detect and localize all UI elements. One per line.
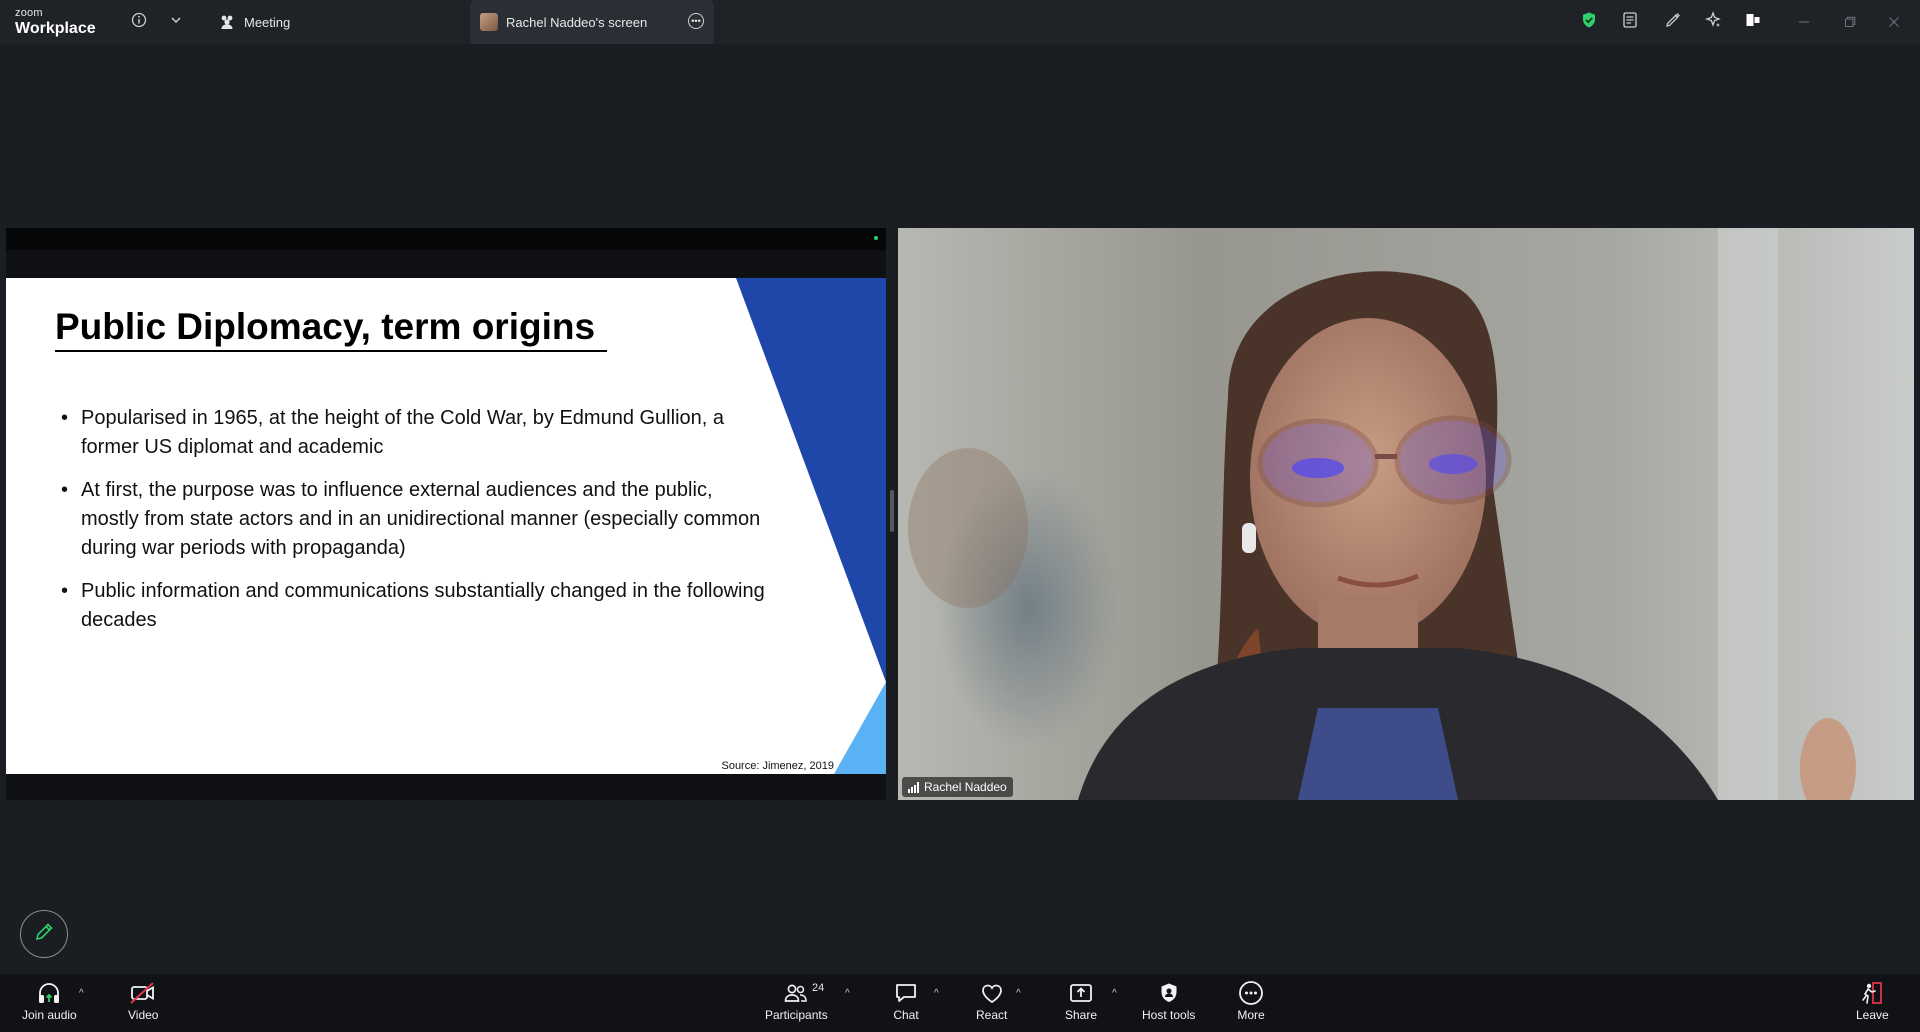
video-button[interactable]: Video bbox=[128, 980, 158, 1022]
leave-exit-icon bbox=[1858, 980, 1886, 1006]
share-button[interactable]: Share bbox=[1065, 980, 1097, 1022]
video-label: Video bbox=[128, 1008, 159, 1022]
slide-bullet: Public information and communications su… bbox=[56, 577, 766, 635]
participants-count: 24 bbox=[812, 982, 825, 994]
share-top-strip bbox=[6, 228, 886, 250]
heart-icon bbox=[978, 980, 1006, 1006]
slide-title: Public Diplomacy, term origins bbox=[55, 306, 608, 352]
avatar bbox=[480, 13, 498, 31]
meeting-toolbar: Join audio ^ Video Participants 24 ^ Cha… bbox=[0, 974, 1920, 1032]
annotate-button[interactable] bbox=[20, 910, 68, 958]
tab-meeting-label: Meeting bbox=[244, 14, 291, 30]
tab-screen-label: Rachel Naddeo's screen bbox=[506, 14, 648, 30]
close-icon[interactable] bbox=[1884, 12, 1904, 32]
chat-label: Chat bbox=[893, 1008, 919, 1022]
split-resize-handle[interactable] bbox=[890, 490, 894, 532]
minimize-icon[interactable] bbox=[1794, 12, 1814, 32]
react-label: React bbox=[976, 1008, 1008, 1022]
participants-icon bbox=[782, 980, 810, 1006]
chat-button[interactable]: Chat bbox=[892, 980, 920, 1022]
share-options-caret-icon[interactable]: ^ bbox=[1112, 988, 1117, 999]
video-feed bbox=[898, 228, 1914, 800]
more-options-icon[interactable]: ••• bbox=[688, 13, 704, 29]
tab-shared-screen[interactable]: Rachel Naddeo's screen ••• bbox=[470, 0, 714, 44]
restore-icon[interactable] bbox=[1840, 12, 1860, 32]
chat-options-caret-icon[interactable]: ^ bbox=[934, 988, 939, 999]
title-bar: zoom Workplace Meeting Rachel Naddeo's s… bbox=[0, 0, 1920, 44]
apps-icon[interactable] bbox=[1743, 10, 1763, 30]
participant-name: Rachel Naddeo bbox=[924, 780, 1007, 794]
slide-source: Source: Jimenez, 2019 bbox=[721, 760, 834, 772]
host-tools-button[interactable]: Host tools bbox=[1142, 980, 1195, 1022]
headphones-icon bbox=[35, 980, 63, 1006]
participants-options-caret-icon[interactable]: ^ bbox=[845, 988, 850, 999]
leave-label: Leave bbox=[1856, 1008, 1889, 1022]
info-icon[interactable] bbox=[129, 10, 149, 30]
shield-check-icon[interactable] bbox=[1579, 10, 1599, 30]
host-tools-shield-icon bbox=[1155, 980, 1183, 1006]
shared-screen-panel: Public Diplomacy, term origins Popularis… bbox=[6, 228, 886, 800]
tab-meeting[interactable]: Meeting bbox=[218, 0, 290, 44]
brand-large: Workplace bbox=[15, 20, 96, 37]
share-label: Share bbox=[1065, 1008, 1098, 1022]
slide-light-blue-shape bbox=[834, 682, 886, 774]
whiteboard-pen-icon[interactable] bbox=[1663, 10, 1683, 30]
pencil-icon bbox=[33, 921, 55, 948]
sharing-indicator bbox=[874, 236, 878, 240]
host-tools-label: Host tools bbox=[1142, 1008, 1196, 1022]
presentation-slide: Public Diplomacy, term origins Popularis… bbox=[6, 278, 886, 774]
more-label: More bbox=[1237, 1008, 1265, 1022]
participant-video[interactable]: Rachel Naddeo bbox=[898, 228, 1914, 800]
participant-name-tag: Rachel Naddeo bbox=[902, 777, 1013, 797]
app-logo: zoom Workplace bbox=[15, 8, 96, 37]
chat-icon bbox=[892, 980, 920, 1006]
react-options-caret-icon[interactable]: ^ bbox=[1016, 988, 1021, 999]
video-off-icon bbox=[129, 980, 157, 1006]
react-button[interactable]: React bbox=[976, 980, 1007, 1022]
join-audio-button[interactable]: Join audio bbox=[22, 980, 77, 1022]
ai-companion-icon[interactable] bbox=[1703, 10, 1723, 30]
slide-bullet: Popularised in 1965, at the height of th… bbox=[56, 404, 766, 462]
more-button[interactable]: More bbox=[1237, 980, 1265, 1022]
brand-small: zoom bbox=[15, 7, 43, 19]
chevron-down-icon[interactable] bbox=[166, 10, 186, 30]
signal-strength-icon bbox=[908, 781, 919, 793]
participants-label: Participants bbox=[765, 1008, 828, 1022]
leave-button[interactable]: Leave bbox=[1856, 980, 1889, 1022]
more-icon bbox=[1237, 980, 1265, 1006]
slide-bullet: At first, the purpose was to influence e… bbox=[56, 476, 766, 563]
meeting-people-icon bbox=[218, 13, 236, 31]
share-screen-icon bbox=[1067, 980, 1095, 1006]
audio-options-caret-icon[interactable]: ^ bbox=[79, 988, 84, 999]
notes-icon[interactable] bbox=[1620, 10, 1640, 30]
slide-bullets: Popularised in 1965, at the height of th… bbox=[56, 404, 766, 649]
join-audio-label: Join audio bbox=[22, 1008, 77, 1022]
